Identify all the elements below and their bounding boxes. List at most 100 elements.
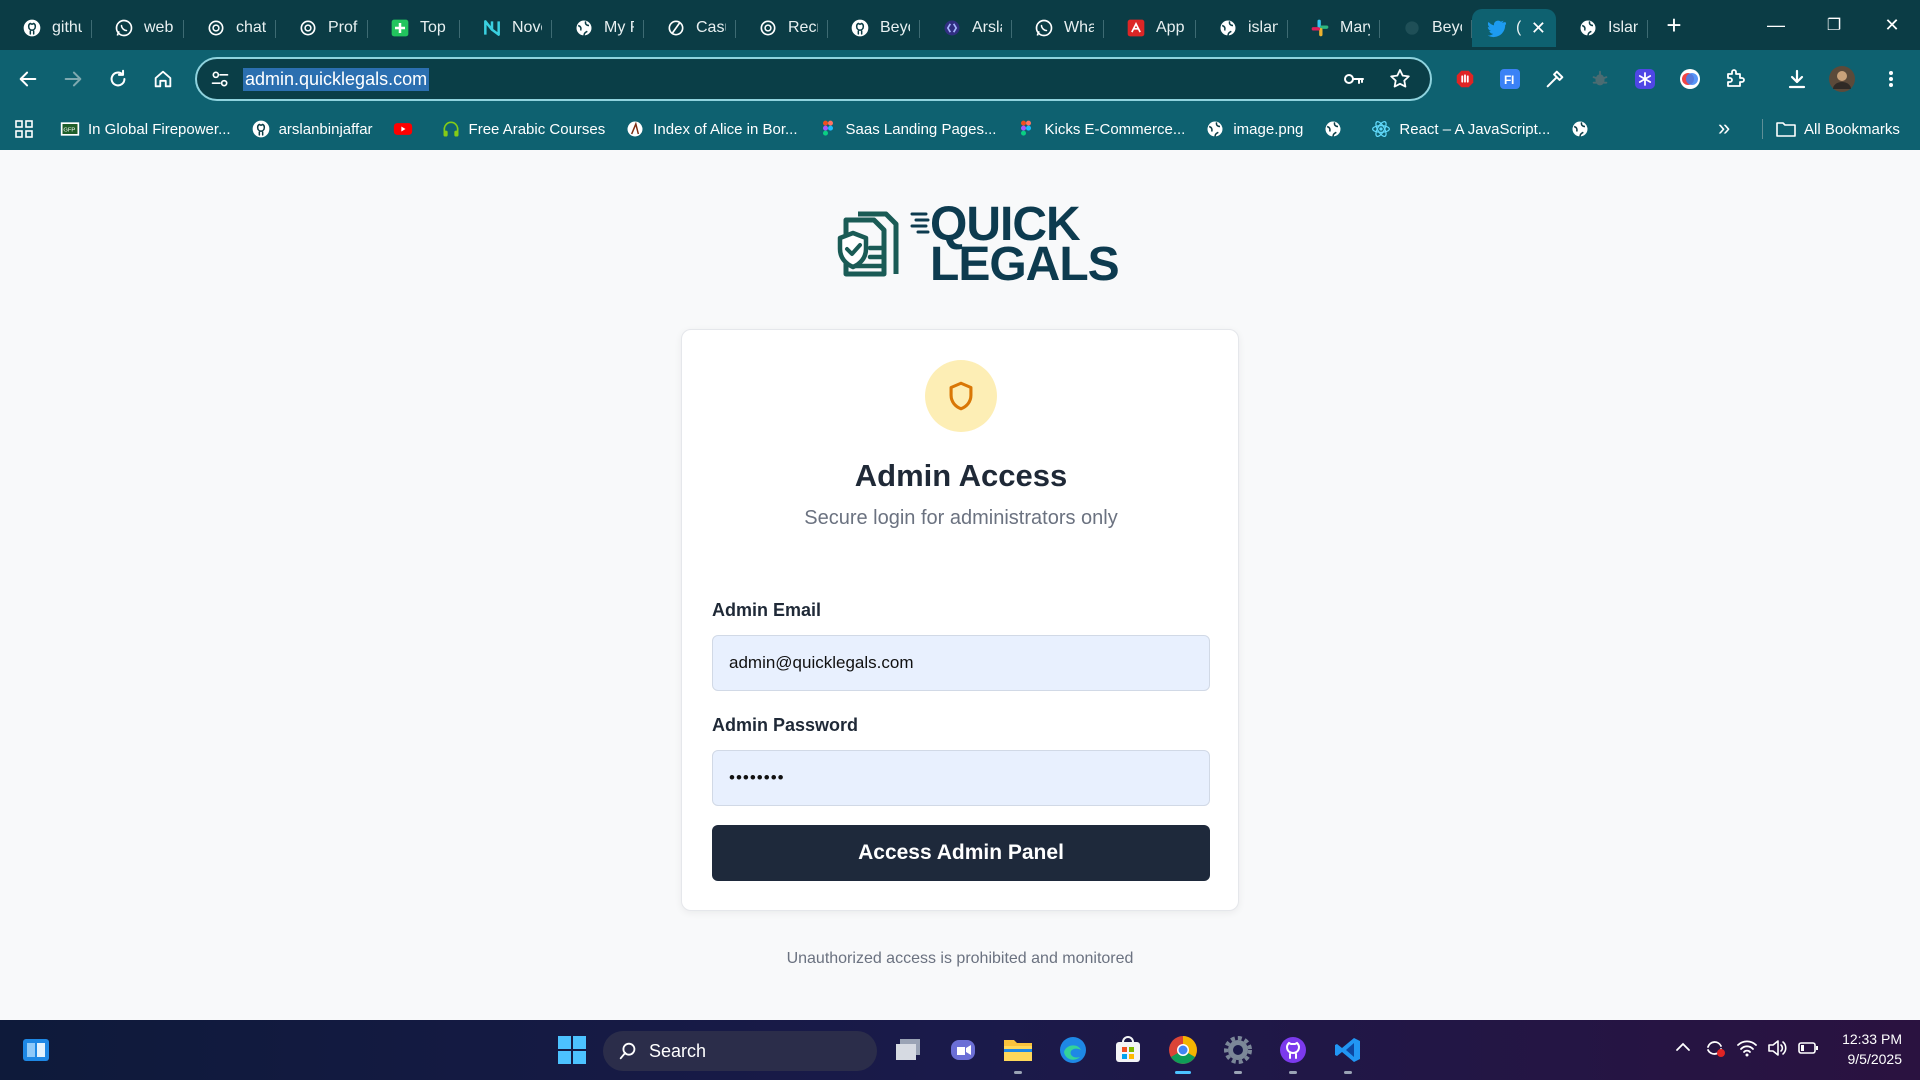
translate-extension-icon[interactable]: FI bbox=[1494, 63, 1526, 95]
wifi-icon[interactable] bbox=[1736, 1038, 1758, 1063]
browser-tab[interactable]: githu bbox=[0, 9, 92, 47]
speed-lines-icon bbox=[910, 212, 930, 234]
bookmark-item[interactable]: React – A JavaScript... bbox=[1371, 119, 1550, 139]
ms-store-button[interactable] bbox=[1108, 1030, 1148, 1070]
bookmark-star-icon[interactable] bbox=[1388, 67, 1412, 96]
address-bar[interactable]: admin.quicklegals.com bbox=[195, 57, 1432, 101]
slack-icon bbox=[1310, 18, 1330, 38]
quicklegals-logo[interactable]: QUICK LEGALS bbox=[834, 201, 1120, 289]
file-explorer-button[interactable] bbox=[998, 1030, 1038, 1074]
url-text[interactable]: admin.quicklegals.com bbox=[243, 67, 430, 91]
vscode-icon bbox=[1335, 1038, 1360, 1062]
github-icon bbox=[22, 18, 42, 38]
settings-button[interactable] bbox=[1218, 1030, 1258, 1074]
password-key-icon[interactable] bbox=[1342, 67, 1366, 96]
close-window-button[interactable]: ✕ bbox=[1864, 0, 1920, 50]
taskbar-search[interactable]: Search bbox=[603, 1031, 877, 1071]
start-button[interactable] bbox=[552, 1030, 592, 1070]
bookmark-item[interactable]: arslanbinjaffar bbox=[251, 119, 373, 139]
search-icon bbox=[619, 1042, 636, 1060]
system-clock[interactable]: 12:33 PM 9/5/2025 bbox=[1842, 1029, 1902, 1069]
show-hidden-icons-button[interactable] bbox=[1674, 1038, 1692, 1061]
adblock-extension-icon[interactable] bbox=[1449, 63, 1481, 95]
tab-label: Recru bbox=[788, 19, 818, 36]
access-admin-panel-button[interactable]: Access Admin Panel bbox=[712, 825, 1210, 881]
browser-tab[interactable]: My R bbox=[552, 9, 644, 47]
bookmark-item[interactable]: Kicks E-Commerce... bbox=[1016, 119, 1185, 139]
folder-icon bbox=[1004, 1040, 1032, 1061]
browser-tab[interactable]: Profe bbox=[276, 9, 368, 47]
globe-icon bbox=[1205, 119, 1225, 139]
bookmark-item[interactable] bbox=[393, 119, 421, 139]
battery-icon[interactable] bbox=[1797, 1038, 1819, 1063]
bookmark-item[interactable] bbox=[1570, 119, 1598, 139]
home-button[interactable] bbox=[145, 61, 181, 97]
browser-tab[interactable]: web. bbox=[92, 9, 184, 47]
apps-grid-icon bbox=[15, 120, 33, 138]
clock-date: 9/5/2025 bbox=[1847, 1051, 1903, 1067]
bookmark-item[interactable]: GFP In Global Firepower... bbox=[60, 119, 231, 139]
volume-icon[interactable] bbox=[1766, 1038, 1788, 1063]
snowflake-extension-icon[interactable] bbox=[1629, 63, 1661, 95]
browser-tab[interactable]: chat bbox=[184, 9, 276, 47]
browser-tab[interactable]: Mary bbox=[1288, 9, 1380, 47]
restore-button[interactable]: ❐ bbox=[1806, 0, 1862, 50]
password-field[interactable] bbox=[712, 750, 1210, 806]
bookmark-label: arslanbinjaffar bbox=[278, 120, 373, 138]
color-extension-icon[interactable] bbox=[1674, 63, 1706, 95]
teams-chat-button[interactable] bbox=[943, 1030, 983, 1070]
youtube-icon bbox=[393, 119, 413, 139]
all-bookmarks-button[interactable]: All Bookmarks bbox=[1776, 119, 1900, 139]
site-settings-icon[interactable] bbox=[205, 64, 235, 94]
openai-icon bbox=[298, 18, 318, 38]
edge-button[interactable] bbox=[1053, 1030, 1093, 1070]
browser-tab[interactable]: Beyo bbox=[1380, 9, 1472, 47]
apps-grid-button[interactable] bbox=[14, 119, 34, 139]
browser-tab[interactable]: Novo bbox=[460, 9, 552, 47]
browser-tab[interactable]: Casu bbox=[644, 9, 736, 47]
profile-avatar[interactable] bbox=[1826, 63, 1858, 95]
tab-label: Top S bbox=[420, 19, 450, 36]
whatsapp-icon bbox=[114, 18, 134, 38]
browser-tab[interactable]: Top S bbox=[368, 9, 460, 47]
minimize-button[interactable]: — bbox=[1748, 0, 1804, 50]
bookmark-item[interactable]: Index of Alice in Bor... bbox=[625, 119, 798, 139]
browser-tab[interactable]: App bbox=[1104, 9, 1196, 47]
bookmarks-overflow-button[interactable]: » bbox=[1718, 117, 1730, 139]
task-view-button[interactable] bbox=[889, 1030, 929, 1070]
arrow-left-icon bbox=[19, 71, 37, 87]
chrome-button[interactable] bbox=[1163, 1030, 1203, 1074]
extensions-puzzle-icon[interactable] bbox=[1719, 63, 1751, 95]
email-field[interactable] bbox=[712, 635, 1210, 691]
bookmark-item[interactable]: Saas Landing Pages... bbox=[818, 119, 997, 139]
document-shield-icon bbox=[837, 211, 899, 277]
browser-tab[interactable]: Islan bbox=[1556, 9, 1648, 47]
browser-tab[interactable]: Recru bbox=[736, 9, 828, 47]
new-tab-button[interactable]: + bbox=[1656, 7, 1692, 43]
widgets-button[interactable] bbox=[16, 1030, 56, 1070]
sync-status-icon[interactable] bbox=[1704, 1038, 1726, 1063]
github-desktop-button[interactable] bbox=[1273, 1030, 1313, 1074]
bookmark-label: Saas Landing Pages... bbox=[845, 120, 997, 138]
download-icon[interactable] bbox=[1781, 63, 1813, 95]
bookmark-item[interactable]: Free Arabic Courses bbox=[441, 119, 605, 139]
bookmark-item[interactable] bbox=[1323, 119, 1351, 139]
browser-tab-active[interactable]: ( ✕ bbox=[1472, 9, 1556, 47]
browser-tab[interactable]: Wha bbox=[1012, 9, 1104, 47]
back-button[interactable] bbox=[10, 61, 46, 97]
eyedropper-extension-icon[interactable] bbox=[1539, 63, 1571, 95]
browser-tab[interactable]: Beyo bbox=[828, 9, 920, 47]
bug-extension-icon[interactable] bbox=[1584, 63, 1616, 95]
vscode-button[interactable] bbox=[1328, 1030, 1368, 1074]
bookmark-item[interactable]: image.png bbox=[1205, 119, 1303, 139]
forward-button[interactable] bbox=[55, 61, 91, 97]
plus-square-icon bbox=[390, 18, 410, 38]
bookmark-label: In Global Firepower... bbox=[88, 120, 231, 138]
close-tab-icon[interactable]: ✕ bbox=[1531, 18, 1546, 39]
browser-tab[interactable]: Arsla bbox=[920, 9, 1012, 47]
reload-button[interactable] bbox=[100, 61, 136, 97]
browser-menu-icon[interactable] bbox=[1875, 63, 1907, 95]
browser-tab[interactable]: islan bbox=[1196, 9, 1288, 47]
page-title: Admin Access bbox=[854, 458, 1068, 493]
email-label: Admin Email bbox=[712, 600, 822, 620]
